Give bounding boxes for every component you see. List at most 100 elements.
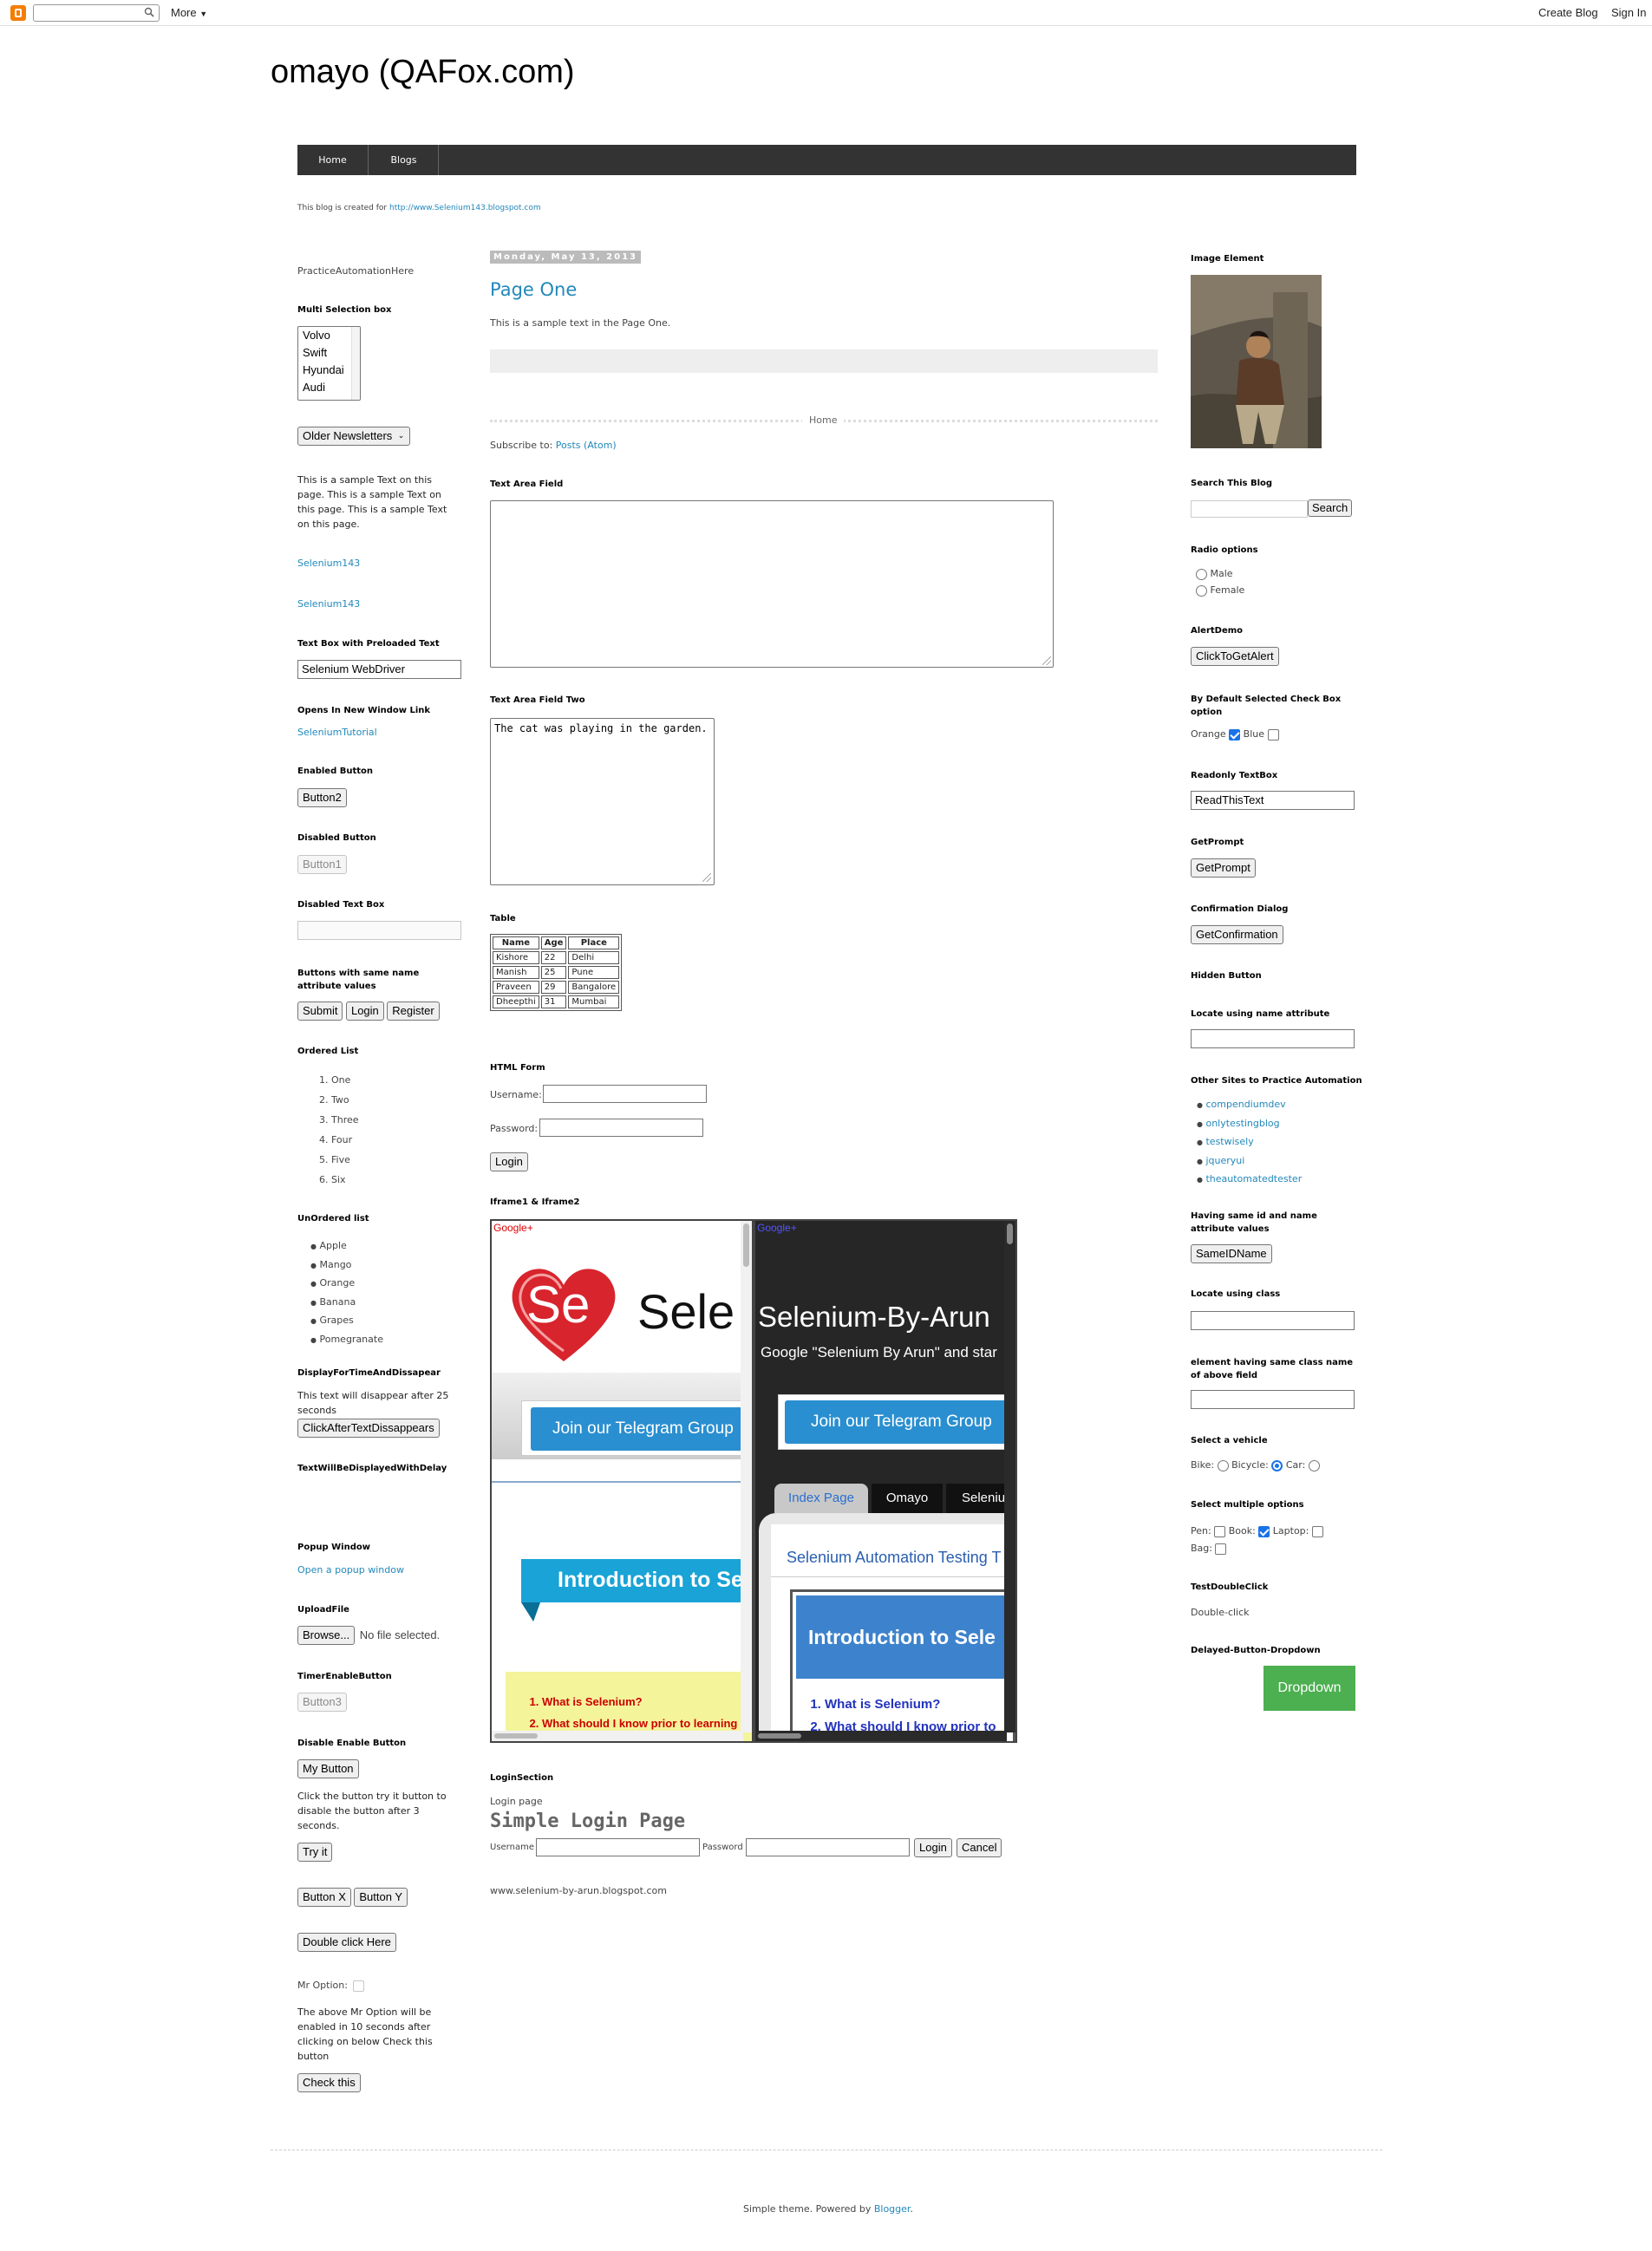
list-item[interactable]: What is Selenium?	[542, 1691, 737, 1713]
tab-omayo[interactable]: Omayo	[872, 1484, 943, 1513]
telegram-button[interactable]: Join our Telegram Group	[531, 1407, 752, 1451]
sign-in-link[interactable]: Sign In	[1611, 6, 1646, 19]
laptop-checkbox[interactable]	[1311, 1525, 1323, 1537]
iframe2[interactable]: Google+ Selenium-By-Arun Google "Seleniu…	[754, 1219, 1017, 1743]
blue-checkbox[interactable]	[1267, 728, 1279, 741]
table-cell: Mumbai	[568, 995, 620, 1008]
onlytestingblog-link[interactable]: onlytestingblog	[1205, 1118, 1279, 1129]
login-password-input[interactable]	[746, 1838, 910, 1856]
login-username-input[interactable]	[536, 1838, 700, 1856]
table-header: Age	[540, 936, 567, 949]
mr-option-checkbox[interactable]	[353, 1980, 365, 1992]
home-link[interactable]: Home	[802, 414, 845, 426]
try-it-button[interactable]: Try it	[297, 1843, 333, 1862]
multi-select-box[interactable]: Volvo Swift Hyundai Audi	[297, 326, 361, 401]
compendiumdev-link[interactable]: compendiumdev	[1205, 1099, 1285, 1110]
post-title[interactable]: Page One	[490, 279, 577, 300]
bicycle-radio[interactable]	[1271, 1459, 1283, 1471]
created-link[interactable]: http://www.Selenium143.blogspot.com	[389, 204, 541, 212]
car-radio[interactable]	[1308, 1459, 1320, 1471]
check-this-button[interactable]: Check this	[297, 2073, 361, 2092]
more-menu[interactable]: More ▼	[171, 6, 207, 19]
google-plus-link[interactable]: Google+	[493, 1222, 533, 1234]
button1-disabled[interactable]: Button1	[297, 855, 347, 874]
open-popup-link[interactable]: Open a popup window	[297, 1564, 404, 1576]
username-input[interactable]	[543, 1085, 707, 1103]
double-click-text[interactable]: Double-click	[1191, 1607, 1250, 1618]
search-icon[interactable]	[144, 7, 154, 17]
unordered-list: ● Apple ● Mango ● Orange ● Banana ● Grap…	[310, 1237, 383, 1349]
posts-atom-link[interactable]: Posts (Atom)	[556, 440, 617, 451]
blogger-link[interactable]: Blogger	[874, 2203, 911, 2215]
scrollbar[interactable]	[1004, 1221, 1015, 1732]
search-button[interactable]: Search	[1308, 499, 1353, 517]
selenium143-link-2[interactable]: Selenium143	[297, 598, 360, 610]
login-button[interactable]: Login	[345, 1002, 384, 1021]
text-area-field-two[interactable]: The cat was playing in the garden.	[490, 718, 715, 885]
scrollbar[interactable]	[492, 1731, 743, 1741]
password-input[interactable]	[539, 1119, 703, 1137]
blog-title[interactable]: omayo (QAFox.com)	[271, 54, 575, 91]
readonly-text-input[interactable]: ReadThisText	[1191, 791, 1355, 810]
navbar-search-input[interactable]	[33, 4, 160, 22]
radio-male[interactable]: Male	[1196, 568, 1233, 580]
locate-by-class-input[interactable]	[1191, 1311, 1355, 1330]
create-blog-link[interactable]: Create Blog	[1538, 6, 1598, 19]
telegram-button[interactable]: Join our Telegram Group	[785, 1400, 1014, 1444]
login-submit-button[interactable]: Login	[914, 1838, 952, 1857]
upload-file-input[interactable]: Browse... No file selected.	[297, 1626, 440, 1645]
login-cancel-button[interactable]: Cancel	[957, 1838, 1002, 1857]
my-button[interactable]: My Button	[297, 1759, 359, 1778]
selenium143-link-1[interactable]: Selenium143	[297, 558, 360, 569]
testwisely-link[interactable]: testwisely	[1205, 1136, 1253, 1147]
jqueryui-link[interactable]: jqueryui	[1205, 1155, 1244, 1166]
radio-button[interactable]	[1196, 568, 1207, 580]
form-login-button[interactable]: Login	[490, 1152, 528, 1171]
scrollbar[interactable]	[741, 1221, 752, 1732]
button-x[interactable]: Button X	[297, 1888, 351, 1907]
get-confirmation-button[interactable]: GetConfirmation	[1191, 925, 1283, 944]
tab-index-page[interactable]: Index Page	[774, 1484, 868, 1513]
table-row: Praveen 29 Bangalore	[493, 981, 620, 994]
click-to-get-alert-button[interactable]: ClickToGetAlert	[1191, 647, 1279, 666]
list-item[interactable]: What is Selenium?	[825, 1693, 996, 1716]
older-newsletters-select[interactable]: Older Newsletters ⌄	[297, 427, 411, 446]
resize-handle-icon[interactable]	[1042, 656, 1051, 665]
radio-button[interactable]	[1196, 584, 1207, 597]
get-prompt-button[interactable]: GetPrompt	[1191, 858, 1256, 878]
scrollbar[interactable]	[351, 327, 360, 400]
button2[interactable]: Button2	[297, 788, 347, 807]
disabled-text-input[interactable]	[297, 921, 461, 940]
book-checkbox[interactable]	[1258, 1525, 1270, 1537]
orange-checkbox[interactable]	[1229, 728, 1241, 741]
double-click-here-button[interactable]: Double click Here	[297, 1933, 396, 1952]
same-class-title: element having same class name of above …	[1191, 1358, 1354, 1380]
radio-female[interactable]: Female	[1196, 584, 1244, 597]
same-class-input[interactable]	[1191, 1390, 1355, 1409]
iframe1[interactable]: Google+ Se Sele Join our Telegram Group …	[490, 1219, 754, 1743]
locate-by-name-input[interactable]	[1191, 1029, 1355, 1048]
tab-blogs[interactable]: Blogs	[369, 145, 439, 175]
tab-home[interactable]: Home	[297, 145, 369, 175]
scrollbar[interactable]	[755, 1731, 1007, 1741]
browse-button[interactable]: Browse...	[297, 1626, 356, 1645]
button3[interactable]: Button3	[297, 1693, 347, 1712]
register-button[interactable]: Register	[387, 1002, 440, 1021]
click-after-text-disappears-button[interactable]: ClickAfterTextDissappears	[297, 1419, 440, 1438]
bag-checkbox[interactable]	[1215, 1543, 1227, 1555]
double-click-title: TestDoubleClick	[1191, 1582, 1269, 1592]
pen-checkbox[interactable]	[1214, 1525, 1226, 1537]
theautomatedtester-link[interactable]: theautomatedtester	[1205, 1173, 1302, 1184]
bike-radio[interactable]	[1217, 1459, 1229, 1471]
blogger-icon[interactable]	[10, 5, 26, 21]
dropdown-button[interactable]: Dropdown	[1263, 1666, 1355, 1711]
selenium-tutorial-link[interactable]: SeleniumTutorial	[297, 727, 377, 738]
text-area-field[interactable]	[490, 500, 1054, 668]
same-id-name-button[interactable]: SameIDName	[1191, 1244, 1272, 1263]
submit-button[interactable]: Submit	[297, 1002, 343, 1021]
preloaded-text-input[interactable]: Selenium WebDriver	[297, 660, 461, 679]
resize-handle-icon[interactable]	[702, 873, 711, 882]
google-plus-link[interactable]: Google+	[757, 1222, 797, 1234]
button-y[interactable]: Button Y	[354, 1888, 408, 1907]
blog-search-input[interactable]	[1191, 500, 1308, 518]
